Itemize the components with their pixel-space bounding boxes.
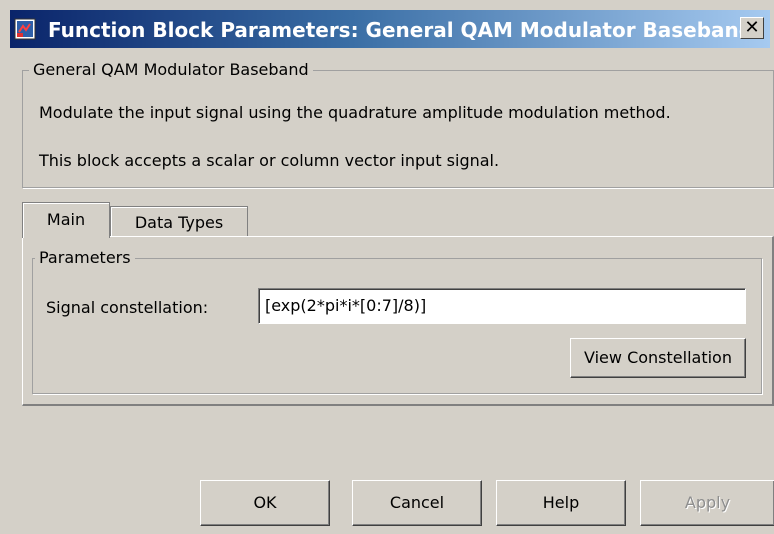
cancel-label: Cancel <box>389 493 445 512</box>
view-constellation-label: View Constellation <box>584 348 732 367</box>
simulink-block-icon <box>14 18 36 40</box>
block-group-title: General QAM Modulator Baseband <box>29 60 313 79</box>
view-constellation-button[interactable]: View Constellation <box>570 338 746 378</box>
ok-label: OK <box>253 493 277 512</box>
window-title: Function Block Parameters: General QAM M… <box>48 18 754 42</box>
signal-constellation-label: Signal constellation: <box>46 298 209 317</box>
ok-button[interactable]: OK <box>200 480 330 526</box>
help-button[interactable]: Help <box>496 480 626 526</box>
tab-main-label: Main <box>46 210 86 229</box>
block-description-group: General QAM Modulator Baseband Modulate … <box>22 60 774 188</box>
close-button[interactable]: ✕ <box>740 17 764 39</box>
tab-main[interactable]: Main <box>22 202 110 238</box>
tab-data-types[interactable]: Data Types <box>110 206 248 236</box>
cancel-button[interactable]: Cancel <box>352 480 482 526</box>
block-description-line-2: This block accepts a scalar or column ve… <box>39 151 500 170</box>
tab-data-types-label: Data Types <box>134 213 224 232</box>
title-bar[interactable]: Function Block Parameters: General QAM M… <box>10 10 770 48</box>
apply-button[interactable]: Apply <box>640 480 774 526</box>
function-block-parameters-dialog: Function Block Parameters: General QAM M… <box>0 0 774 534</box>
parameters-group-title: Parameters <box>35 248 135 267</box>
apply-label: Apply <box>684 493 731 512</box>
close-icon: ✕ <box>744 17 760 38</box>
signal-constellation-input[interactable]: [exp(2*pi*i*[0:7]/8)] <box>258 288 746 324</box>
block-description-line-1: Modulate the input signal using the quad… <box>39 103 671 122</box>
help-label: Help <box>542 493 580 512</box>
